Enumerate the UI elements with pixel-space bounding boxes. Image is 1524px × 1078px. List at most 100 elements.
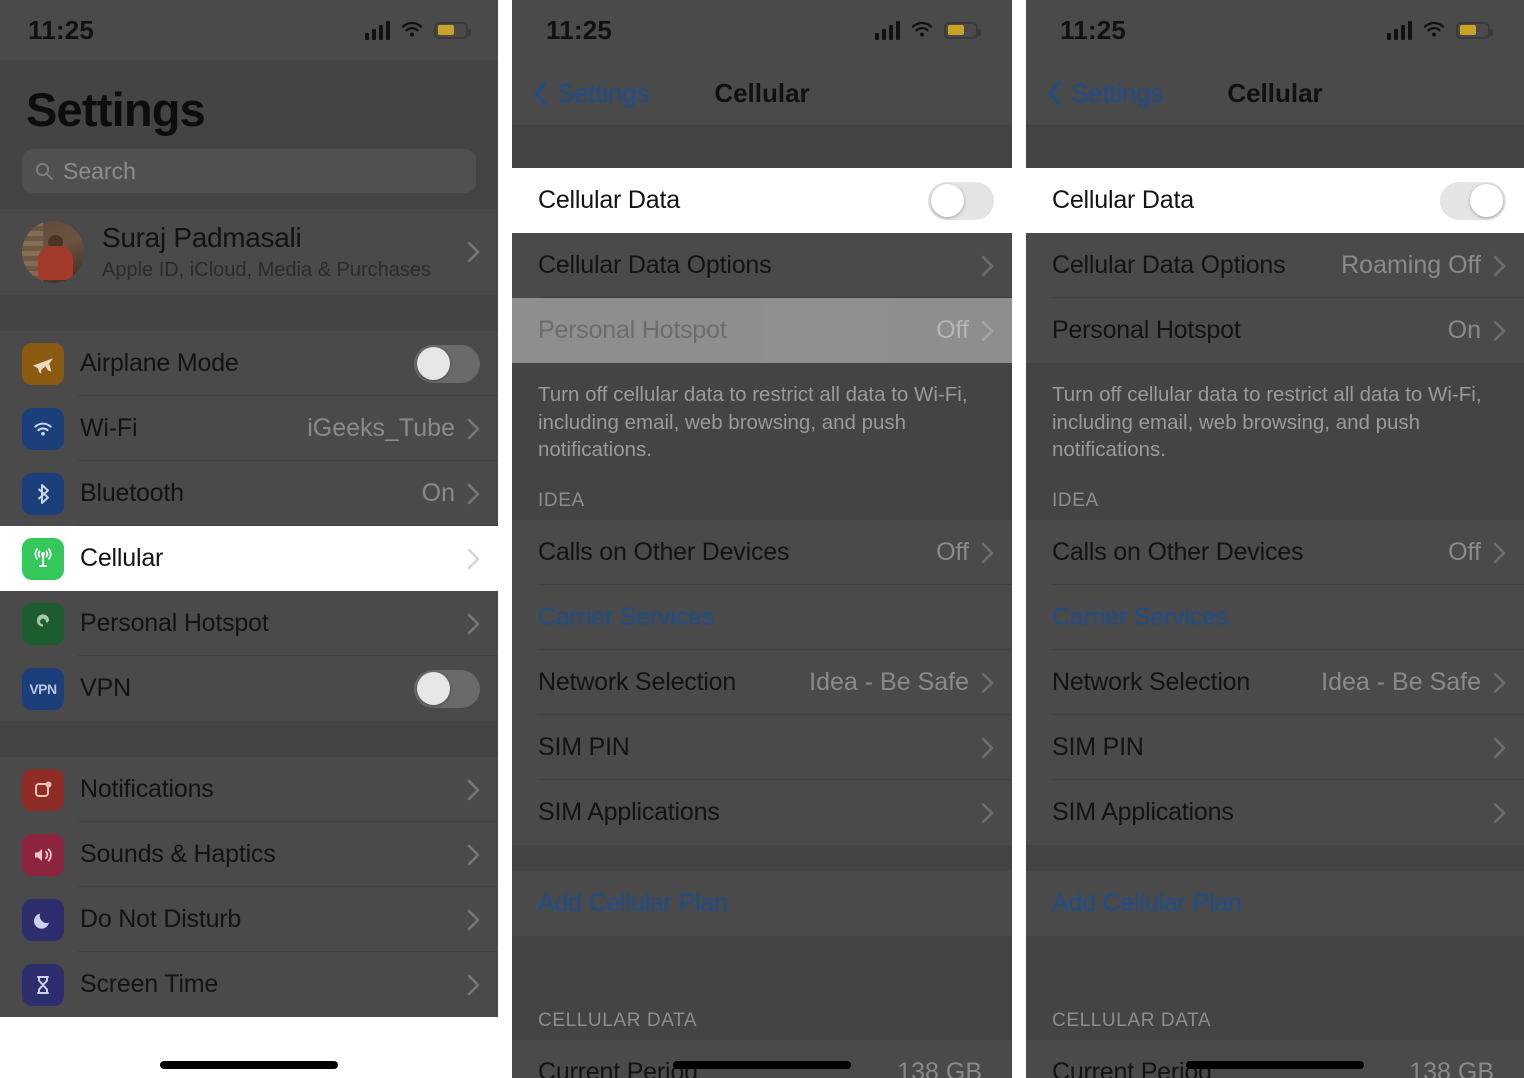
carrier-services-row[interactable]: Carrier Services — [512, 585, 1012, 651]
sidebar-item-label: Airplane Mode — [80, 349, 239, 377]
home-indicator — [1186, 1061, 1364, 1069]
wifi-icon — [1422, 21, 1446, 39]
row-value: On — [1447, 316, 1481, 344]
cellular-data-footnote: Turn off cellular data to restrict all d… — [1026, 363, 1524, 471]
status-clock: 11:25 — [546, 14, 613, 45]
chevron-left-icon — [534, 81, 548, 106]
sim-applications-row[interactable]: SIM Applications — [512, 780, 1012, 846]
row-label: Carrier Services — [1052, 603, 1228, 632]
sim-applications-row[interactable]: SIM Applications — [1026, 780, 1524, 846]
calls-on-other-devices-row[interactable]: Calls on Other Devices Off — [1026, 520, 1524, 586]
cellular-data-row[interactable]: Cellular Data — [512, 168, 1012, 233]
group-gap — [1026, 845, 1524, 872]
sidebar-item-label: Personal Hotspot — [80, 609, 269, 637]
phone-panel-settings: 11:25 Settings Search Suraj Padmasali Ap… — [0, 0, 498, 1078]
row-label: Network Selection — [538, 668, 737, 697]
chevron-right-icon — [981, 672, 994, 694]
calls-on-other-devices-row[interactable]: Calls on Other Devices Off — [512, 520, 1012, 586]
row-label: Cellular Data Options — [1052, 251, 1286, 279]
personal-hotspot-row[interactable]: Personal Hotspot On — [1026, 298, 1524, 363]
chevron-right-icon — [1493, 255, 1506, 277]
sim-pin-row[interactable]: SIM PIN — [512, 715, 1012, 781]
chevron-right-icon — [1493, 737, 1506, 759]
sidebar-item-label: Sounds & Haptics — [80, 840, 276, 868]
group-gap — [0, 721, 498, 757]
carrier-services-row[interactable]: Carrier Services — [1026, 585, 1524, 651]
chevron-right-icon — [981, 255, 994, 277]
chevron-right-icon — [467, 548, 480, 570]
chevron-right-icon — [981, 802, 994, 824]
sidebar-item-label: Wi-Fi — [80, 414, 138, 442]
chevron-right-icon — [1493, 542, 1506, 564]
cellular-data-section-header: CELLULAR DATA — [1026, 990, 1524, 1041]
sidebar-item-do-not-disturb[interactable]: Do Not Disturb — [0, 887, 498, 952]
row-value: Off — [936, 538, 969, 567]
account-row[interactable]: Suraj Padmasali Apple ID, iCloud, Media … — [0, 209, 498, 295]
settings-group-connectivity: Airplane Mode Wi-Fi iGeeks_Tube Bluetoot… — [0, 331, 498, 721]
back-label: Settings — [1071, 77, 1164, 108]
account-text: Suraj Padmasali Apple ID, iCloud, Media … — [102, 222, 467, 282]
sidebar-item-sounds-haptics[interactable]: Sounds & Haptics — [0, 822, 498, 887]
group-gap — [0, 295, 498, 331]
cellular-data-options-row[interactable]: Cellular Data Options — [512, 233, 1012, 298]
chevron-right-icon — [467, 613, 480, 635]
search-container: Search — [0, 137, 498, 207]
chevron-right-icon — [467, 974, 480, 996]
row-label: SIM PIN — [538, 733, 630, 762]
vpn-toggle[interactable] — [414, 669, 480, 708]
cellular-data-toggle[interactable] — [1440, 181, 1506, 220]
sounds-icon — [22, 833, 64, 876]
status-clock: 11:25 — [28, 14, 95, 45]
status-icons — [874, 20, 981, 40]
sidebar-item-wifi[interactable]: Wi-Fi iGeeks_Tube — [0, 396, 498, 461]
battery-icon — [1456, 21, 1493, 39]
status-bar: 11:25 — [1026, 0, 1524, 60]
add-cellular-plan-row[interactable]: Add Cellular Plan — [512, 871, 1012, 937]
nav-bar: Settings Cellular — [1026, 60, 1524, 126]
add-cellular-plan-row[interactable]: Add Cellular Plan — [1026, 871, 1524, 937]
back-button[interactable]: Settings — [1048, 77, 1164, 109]
sim-pin-row[interactable]: SIM PIN — [1026, 715, 1524, 781]
sidebar-item-cellular[interactable]: Cellular — [0, 526, 498, 591]
sidebar-item-label: Screen Time — [80, 970, 219, 998]
cellular-data-toggle[interactable] — [928, 181, 994, 220]
screenshot-stage: 11:25 Settings Search Suraj Padmasali Ap… — [0, 0, 1524, 1078]
chevron-right-icon — [467, 483, 480, 505]
search-input[interactable]: Search — [22, 149, 476, 193]
back-button[interactable]: Settings — [534, 78, 650, 109]
network-selection-row[interactable]: Network Selection Idea - Be Safe — [1026, 650, 1524, 716]
cellular-data-options-row[interactable]: Cellular Data Options Roaming Off — [1026, 233, 1524, 298]
sidebar-item-screen-time[interactable]: Screen Time — [0, 952, 498, 1017]
chevron-right-icon — [1493, 802, 1506, 824]
row-value: Off — [1448, 538, 1481, 567]
network-selection-row[interactable]: Network Selection Idea - Be Safe — [512, 650, 1012, 716]
status-icons — [1386, 20, 1493, 40]
bluetooth-icon — [22, 472, 64, 515]
sidebar-item-vpn[interactable]: VPN VPN — [0, 656, 498, 721]
cellular-signal-icon — [364, 20, 390, 40]
current-period-row[interactable]: Current Period 138 GB — [512, 1040, 1012, 1078]
personal-hotspot-row[interactable]: Personal Hotspot Off — [512, 298, 1012, 363]
account-subtitle: Apple ID, iCloud, Media & Purchases — [102, 259, 432, 281]
sidebar-item-airplane-mode[interactable]: Airplane Mode — [0, 331, 498, 396]
cellular-data-row[interactable]: Cellular Data — [1026, 168, 1524, 233]
current-period-row[interactable]: Current Period 138 GB — [1026, 1040, 1524, 1078]
chevron-right-icon — [981, 737, 994, 759]
carrier-section-header: IDEA — [1026, 470, 1524, 521]
sidebar-item-notifications[interactable]: Notifications — [0, 757, 498, 822]
cellular-icon — [22, 537, 64, 580]
phone-panel-cellular-off: 11:25 Settings Cellular Cellular Data Ce… — [512, 0, 1012, 1078]
battery-icon — [944, 21, 981, 39]
wifi-icon — [910, 21, 934, 39]
airplane-mode-toggle[interactable] — [414, 344, 480, 383]
screen-time-icon — [22, 963, 64, 1006]
chevron-right-icon — [467, 241, 480, 263]
group-gap — [512, 126, 1012, 168]
page-title: Settings — [26, 83, 206, 136]
cellular-data-label: Cellular Data — [538, 186, 680, 214]
wifi-network-value: iGeeks_Tube — [307, 414, 455, 442]
row-label: Add Cellular Plan — [538, 889, 728, 918]
status-bar: 11:25 — [512, 0, 1012, 60]
sidebar-item-bluetooth[interactable]: Bluetooth On — [0, 461, 498, 526]
sidebar-item-personal-hotspot[interactable]: Personal Hotspot — [0, 591, 498, 656]
